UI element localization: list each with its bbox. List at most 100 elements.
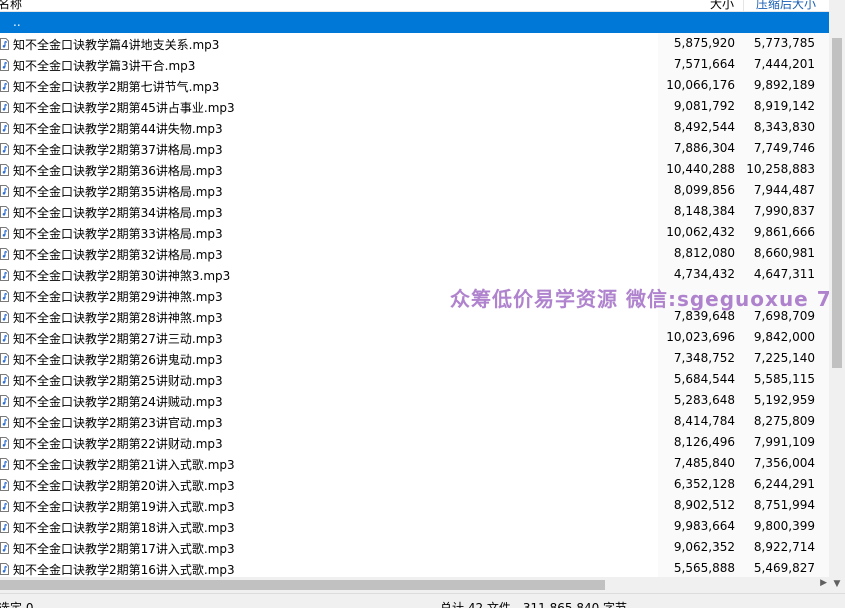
file-row[interactable]: 知不全金口诀教学2期第30讲神煞3.mp3 4,734,432 4,647,311 [0,264,829,285]
file-size: 8,902,512 [673,498,735,512]
file-row[interactable]: 知不全金口诀教学2期第27讲三动.mp3 10,023,696 9,842,000 [0,327,829,348]
audio-file-icon [0,80,9,92]
audio-file-icon [0,479,9,491]
file-row[interactable]: 知不全金口诀教学2期第26讲鬼动.mp3 7,348,752 7,225,140 [0,348,829,369]
column-header-packed-size[interactable]: 压缩后大小 [756,0,816,11]
file-name: 知不全金口诀教学2期第33讲格局.mp3 [13,227,223,241]
file-name: 知不全金口诀教学2期第20讲入式歌.mp3 [13,479,235,493]
audio-file-icon [0,395,9,407]
file-row[interactable]: 知不全金口诀教学2期第23讲官动.mp3 8,414,784 8,275,809 [0,411,829,432]
audio-file-icon [0,563,9,575]
file-packed-size: 8,275,809 [753,414,815,428]
file-row[interactable]: 知不全金口诀教学2期第44讲失物.mp3 8,492,544 8,343,830 [0,117,829,138]
file-name: 知不全金口诀教学2期第24讲贼动.mp3 [13,395,223,409]
column-divider[interactable] [743,0,744,11]
audio-file-icon [0,101,9,113]
file-name: 知不全金口诀教学2期第44讲失物.mp3 [13,122,223,136]
file-row[interactable]: 知不全金口诀教学2期第37讲格局.mp3 7,886,304 7,749,746 [0,138,829,159]
file-packed-size: 7,991,109 [753,435,815,449]
file-size: 8,492,544 [673,120,735,134]
file-packed-size: 9,861,666 [753,225,815,239]
file-packed-size: 7,944,487 [753,183,815,197]
file-size: 8,099,856 [673,183,735,197]
file-packed-size: 4,647,311 [753,267,815,281]
horizontal-scrollbar[interactable]: ▶ [0,577,829,593]
file-name: 知不全金口诀教学2期第32讲格局.mp3 [13,248,223,262]
file-row[interactable]: 知不全金口诀教学2期第19讲入式歌.mp3 8,902,512 8,751,994 [0,495,829,516]
scroll-down-arrow-icon[interactable]: ▼ [829,579,845,591]
file-packed-size: 5,585,115 [753,372,815,386]
file-name: 知不全金口诀教学2期第25讲财动.mp3 [13,374,223,388]
file-row[interactable]: 知不全金口诀教学2期第32讲格局.mp3 8,812,080 8,660,981 [0,243,829,264]
file-packed-size: 5,192,959 [753,393,815,407]
file-packed-size: 5,773,785 [753,36,815,50]
file-row[interactable]: 知不全金口诀教学2期第16讲入式歌.mp3 5,565,888 5,469,827 [0,558,829,577]
file-size: 5,565,888 [673,561,735,575]
file-row[interactable]: 知不全金口诀教学2期第20讲入式歌.mp3 6,352,128 6,244,291 [0,474,829,495]
audio-file-icon [0,542,9,554]
file-row[interactable]: 知不全金口诀教学2期第33讲格局.mp3 10,062,432 9,861,666 [0,222,829,243]
file-size: 10,062,432 [666,225,735,239]
file-row[interactable]: 知不全金口诀教学2期第22讲财动.mp3 8,126,496 7,991,109 [0,432,829,453]
file-row[interactable]: 知不全金口诀教学2期第24讲贼动.mp3 5,283,648 5,192,959 [0,390,829,411]
file-packed-size: 6,244,291 [753,477,815,491]
file-size: 7,886,304 [673,141,735,155]
audio-file-icon [0,437,9,449]
parent-folder-label: .. [13,15,21,29]
file-name: 知不全金口诀教学2期第七讲节气.mp3 [13,80,220,94]
file-size: 10,066,176 [666,78,735,92]
audio-file-icon [0,248,9,260]
file-size: 8,126,496 [673,435,735,449]
file-row[interactable]: 知不全金口诀教学2期第21讲入式歌.mp3 7,485,840 7,356,004 [0,453,829,474]
file-size: 8,148,384 [673,204,735,218]
audio-file-icon [0,122,9,134]
file-size: 7,348,752 [673,351,735,365]
scroll-right-arrow-icon[interactable]: ▶ [820,578,827,588]
file-size: 5,684,544 [673,372,735,386]
file-size: 7,485,840 [673,456,735,470]
file-name: 知不全金口诀教学2期第19讲入式歌.mp3 [13,500,235,514]
file-packed-size: 9,892,189 [753,78,815,92]
column-header-size[interactable]: 大小 [710,0,734,11]
parent-folder-row[interactable]: .. [0,12,829,33]
audio-file-icon [0,38,9,50]
audio-file-icon [0,458,9,470]
file-name: 知不全金口诀教学2期第18讲入式歌.mp3 [13,521,235,535]
audio-file-icon [0,206,9,218]
file-row[interactable]: 知不全金口诀教学2期第七讲节气.mp3 10,066,176 9,892,189 [0,75,829,96]
file-packed-size: 7,225,140 [753,351,815,365]
file-row[interactable]: 知不全金口诀教学2期第28讲神煞.mp3 7,839,648 7,698,709 [0,306,829,327]
file-packed-size: 7,356,004 [753,456,815,470]
file-name: 知不全金口诀教学2期第26讲鬼动.mp3 [13,353,223,367]
file-list[interactable]: .. 知不全金口诀教学篇4讲地支关系.mp3 5,875,920 5,773,785… [0,12,829,577]
file-name: 知不全金口诀教学2期第36讲格局.mp3 [13,164,223,178]
file-row[interactable]: 知不全金口诀教学2期第45讲占事业.mp3 9,081,792 8,919,142 [0,96,829,117]
file-row[interactable]: 知不全金口诀教学篇4讲地支关系.mp3 5,875,920 5,773,785 [0,33,829,54]
vertical-scroll-thumb[interactable] [832,38,842,368]
file-size: 8,414,784 [673,414,735,428]
column-header-name[interactable]: 名称 [0,0,22,11]
file-row[interactable]: 知不全金口诀教学2期第18讲入式歌.mp3 9,983,664 9,800,399 [0,516,829,537]
audio-file-icon [0,311,9,323]
file-row[interactable]: 知不全金口诀教学2期第35讲格局.mp3 8,099,856 7,944,487 [0,180,829,201]
file-packed-size: 8,751,994 [753,498,815,512]
file-row[interactable]: 知不全金口诀教学篇3讲干合.mp3 7,571,664 7,444,201 [0,54,829,75]
file-size: 5,283,648 [673,393,735,407]
file-name: 知不全金口诀教学2期第27讲三动.mp3 [13,332,223,346]
file-size: 5,875,920 [673,36,735,50]
file-row[interactable]: 知不全金口诀教学2期第25讲财动.mp3 5,684,544 5,585,115 [0,369,829,390]
horizontal-scroll-thumb[interactable] [0,580,605,590]
file-row[interactable]: 知不全金口诀教学2期第29讲神煞.mp3 [0,285,829,306]
file-name: 知不全金口诀教学2期第45讲占事业.mp3 [13,101,235,115]
file-name: 知不全金口诀教学2期第29讲神煞.mp3 [13,290,223,304]
audio-file-icon [0,521,9,533]
file-size: 7,571,664 [673,57,735,71]
file-name: 知不全金口诀教学篇3讲干合.mp3 [13,59,196,73]
file-row[interactable]: 知不全金口诀教学2期第36讲格局.mp3 10,440,288 10,258,883 [0,159,829,180]
file-packed-size: 7,990,837 [753,204,815,218]
file-row[interactable]: 知不全金口诀教学2期第17讲入式歌.mp3 9,062,352 8,922,714 [0,537,829,558]
vertical-scrollbar[interactable]: ▼ [829,0,845,593]
audio-file-icon [0,332,9,344]
audio-file-icon [0,269,9,281]
file-row[interactable]: 知不全金口诀教学2期第34讲格局.mp3 8,148,384 7,990,837 [0,201,829,222]
